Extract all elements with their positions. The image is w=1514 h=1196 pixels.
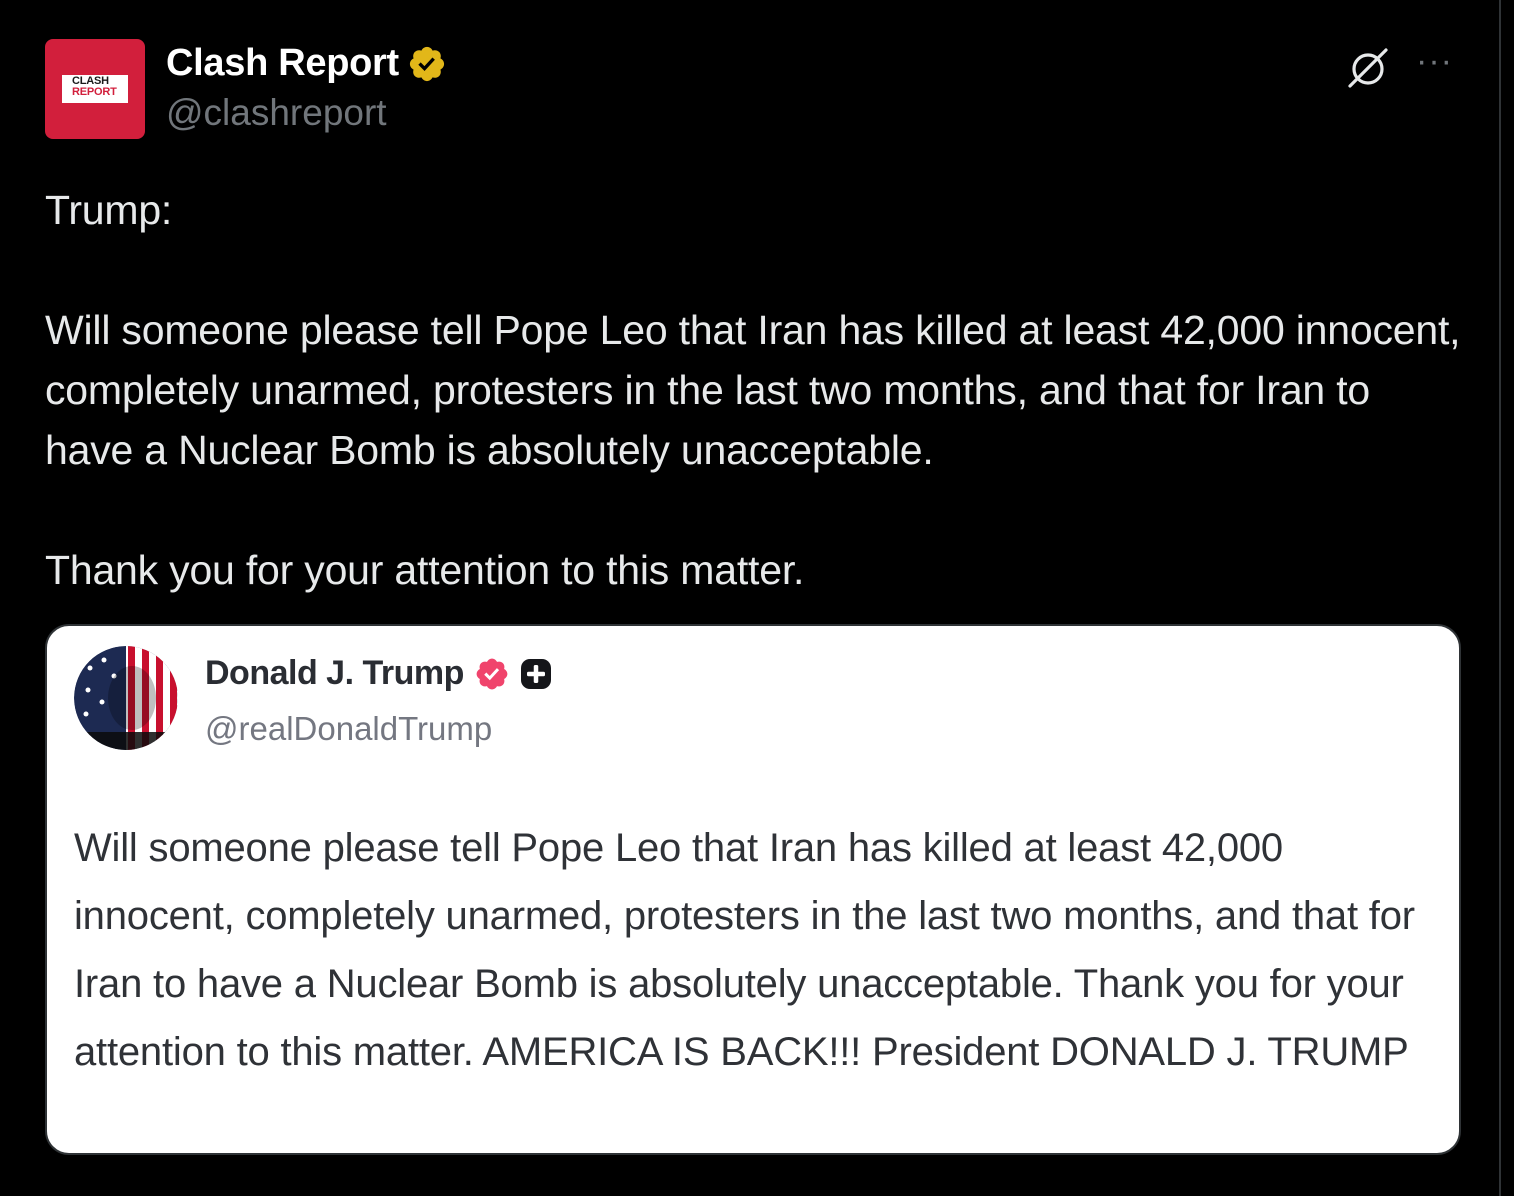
quoted-author-display-name: Donald J. Trump [205,654,464,692]
post-container: CLASH REPORT Clash Report @clashreport ·… [0,0,1501,1196]
more-options-icon[interactable]: ··· [1416,44,1460,82]
post-text-line-2: Will someone please tell Pope Leo that I… [45,307,1461,473]
quoted-post-text: Will someone please tell Pope Leo that I… [74,814,1434,1086]
quoted-post-body: Will someone please tell Pope Leo that I… [74,826,1415,1074]
verified-badge-icon [476,658,508,689]
author-avatar[interactable]: CLASH REPORT [45,39,145,139]
quoted-author-name-row: Donald J. Trump [205,654,554,693]
avatar-logo-line2: REPORT [72,86,117,98]
author-display-name[interactable]: Clash Report [166,42,399,85]
quoted-author-handle: @realDonaldTrump [205,710,493,747]
grok-icon[interactable] [1344,44,1392,92]
plus-badge-icon [520,658,551,689]
post-text: Trump: Will someone please tell Pope Leo… [45,180,1465,600]
trump-avatar [74,646,178,750]
verified-badge-icon[interactable] [407,44,447,84]
author-handle[interactable]: @clashreport [166,92,387,134]
author-name-row: Clash Report [166,42,447,85]
media-screenshot-card[interactable]: Donald J. Trump @realDonaldTrump Will so… [45,624,1461,1155]
post-text-line-3: Thank you for your attention to this mat… [45,547,805,593]
post-text-line-1: Trump: [45,187,173,233]
